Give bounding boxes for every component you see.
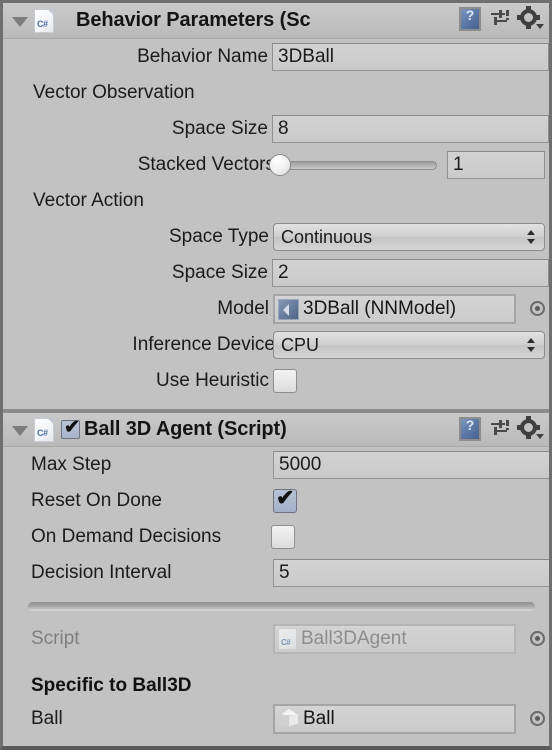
- label-use-heuristic: Use Heuristic: [156, 370, 269, 391]
- gear-icon[interactable]: [517, 6, 544, 30]
- objectfield-model[interactable]: 3DBall (NNModel): [273, 294, 516, 324]
- separator-bar-fill: [28, 602, 535, 611]
- input-observation-space-size[interactable]: 8: [272, 115, 549, 143]
- label-space-type: Space Type: [168, 226, 269, 247]
- row-on-demand-decisions: On Demand Decisions: [3, 519, 549, 555]
- component-header-behavior-parameters[interactable]: C# Behavior Parameters (Sc: [3, 3, 549, 39]
- row-observation-space-size: Space Size 8: [3, 111, 549, 147]
- label-stacked-vectors: Stacked Vectors: [137, 154, 275, 175]
- label-observation-space-size: Space Size: [171, 118, 269, 139]
- object-picker-model-button[interactable]: [528, 299, 548, 319]
- row-vector-observation: Vector Observation: [3, 75, 549, 111]
- row-use-heuristic: Use Heuristic: [3, 363, 549, 399]
- label-max-step: Max Step: [31, 454, 112, 475]
- check-mark-icon: ✔: [64, 417, 80, 438]
- objectfield-ball[interactable]: Ball: [273, 704, 516, 734]
- label-on-demand-decisions: On Demand Decisions: [31, 526, 222, 547]
- dropdown-inference-device[interactable]: CPU: [273, 331, 545, 359]
- row-decision-interval: Decision Interval 5: [3, 555, 549, 591]
- preset-sliders-icon[interactable]: [489, 418, 511, 440]
- row-spacer: [3, 591, 549, 599]
- preset-sliders-icon[interactable]: [489, 8, 511, 30]
- row-action-space-size: Space Size 2: [3, 255, 549, 291]
- input-behavior-name[interactable]: 3DBall: [272, 43, 549, 71]
- chevron-updown-icon: [527, 337, 536, 353]
- csharp-icon-label: C#: [37, 18, 48, 29]
- label-model: Model: [217, 298, 269, 319]
- component-header-actions: [459, 416, 544, 441]
- component-header-ball-3d-agent[interactable]: C# ✔ Ball 3D Agent (Script): [3, 411, 549, 447]
- csharp-script-icon: C#: [34, 417, 54, 442]
- row-behavior-name: Behavior Name 3DBall: [3, 39, 549, 75]
- heading-specific-to-ball3d: Specific to Ball3D: [31, 675, 192, 696]
- label-ball: Ball: [31, 708, 63, 729]
- slider-track[interactable]: [281, 160, 437, 170]
- label-action-space-size: Space Size: [171, 262, 269, 283]
- row-reset-on-done: Reset On Done: [3, 483, 549, 519]
- label-script: Script: [31, 628, 80, 649]
- checkbox-use-heuristic[interactable]: [273, 369, 297, 393]
- label-decision-interval: Decision Interval: [31, 562, 172, 583]
- row-vector-action: Vector Action: [3, 183, 549, 219]
- row-max-step: Max Step 5000: [3, 447, 549, 483]
- row-ball: Ball Ball: [3, 701, 549, 737]
- checkbox-reset-on-done[interactable]: [273, 486, 297, 513]
- row-script: Script C# Ball3DAgent: [3, 621, 549, 657]
- checkbox-on-demand-decisions[interactable]: [271, 525, 295, 549]
- objectfield-script[interactable]: C# Ball3DAgent: [273, 624, 516, 654]
- foldout-arrow-ball-3d-agent[interactable]: [9, 419, 31, 441]
- input-decision-interval[interactable]: 5: [273, 559, 549, 587]
- help-book-icon[interactable]: [459, 417, 481, 441]
- slider-stacked-vectors[interactable]: [269, 153, 437, 177]
- row-spacer: [3, 613, 549, 621]
- objectfield-ball-value: Ball: [303, 708, 335, 729]
- csharp-asset-icon: C#: [278, 628, 297, 650]
- input-max-step[interactable]: 5000: [273, 451, 549, 479]
- row-spacer: [3, 657, 549, 671]
- component-header-actions: [459, 6, 544, 31]
- chevron-updown-icon: [527, 229, 536, 245]
- label-vector-observation: Vector Observation: [33, 82, 195, 103]
- checkbox-component-enabled[interactable]: ✔: [61, 417, 80, 439]
- gameobject-cube-icon: [278, 708, 301, 731]
- label-inference-device: Inference Device: [132, 334, 275, 355]
- label-behavior-name: Behavior Name: [137, 46, 269, 67]
- help-book-icon[interactable]: [459, 7, 481, 31]
- horizontal-separator-bar: [3, 599, 549, 613]
- object-picker-ball-button[interactable]: [528, 709, 548, 729]
- input-stacked-vectors-value[interactable]: 1: [447, 151, 545, 179]
- row-specific-to-ball3d-heading: Specific to Ball3D: [3, 671, 549, 701]
- foldout-arrow-behavior-parameters[interactable]: [9, 10, 31, 32]
- objectfield-model-value: 3DBall (NNModel): [303, 298, 457, 319]
- csharp-script-icon: C#: [34, 8, 54, 33]
- dropdown-space-type-value: Continuous: [281, 226, 373, 247]
- objectfield-script-value: Ball3DAgent: [301, 628, 407, 649]
- csharp-icon-label: C#: [37, 427, 48, 438]
- dropdown-inference-device-value: CPU: [281, 334, 320, 355]
- label-reset-on-done: Reset On Done: [31, 490, 162, 511]
- unity-asset-icon: [278, 298, 299, 320]
- input-action-space-size[interactable]: 2: [272, 259, 549, 287]
- slider-knob[interactable]: [269, 154, 291, 176]
- gear-icon[interactable]: [517, 416, 544, 440]
- unity-inspector-panel: C# Behavior Parameters (Sc Behavior Name…: [0, 0, 552, 750]
- row-inference-device: Inference Device CPU: [3, 327, 549, 363]
- row-model: Model 3DBall (NNModel): [3, 291, 549, 327]
- row-space-type: Space Type Continuous: [3, 219, 549, 255]
- csharp-icon-label: C#: [281, 638, 291, 647]
- label-vector-action: Vector Action: [33, 190, 144, 211]
- dropdown-space-type[interactable]: Continuous: [273, 223, 545, 251]
- object-picker-script-button[interactable]: [528, 629, 548, 649]
- row-stacked-vectors: Stacked Vectors 1: [3, 147, 549, 183]
